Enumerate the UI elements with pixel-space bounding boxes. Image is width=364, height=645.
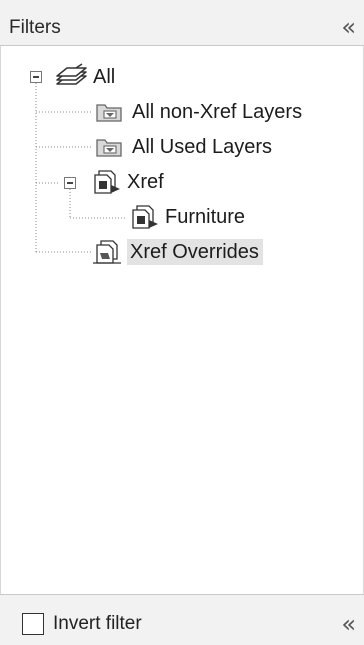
expand-all-toggle[interactable]: [30, 71, 42, 83]
tree-node-all-non-xref-layers[interactable]: All non-Xref Layers: [95, 97, 302, 127]
collapse-panel-icon[interactable]: «: [341, 612, 356, 636]
layers-stack-icon: [56, 63, 87, 85]
tree-node-label: All non-Xref Layers: [132, 101, 303, 123]
tree-node-all[interactable]: All: [53, 62, 115, 92]
panel-header: Filters «: [0, 0, 364, 46]
collapse-panel-icon[interactable]: «: [341, 15, 356, 39]
tree-node-all-used-layers[interactable]: All Used Layers: [95, 132, 272, 162]
tree-node-furniture[interactable]: Furniture: [127, 202, 245, 232]
invert-filter-label[interactable]: Invert filter: [53, 613, 142, 635]
expand-xref-toggle[interactable]: [64, 177, 76, 189]
tree-node-label: Xref Overrides: [127, 239, 263, 265]
xref-overrides-icon: [93, 240, 121, 264]
xref-icon: [132, 205, 158, 229]
panel-footer: Invert filter «: [0, 594, 364, 645]
invert-filter-checkbox[interactable]: [22, 613, 44, 635]
layer-filters-panel: Filters « All All non-Xref Layers All Us…: [0, 0, 364, 645]
tree-node-label: All: [93, 66, 116, 88]
filter-folder-icon: [96, 104, 122, 122]
tree-node-label: Xref: [127, 171, 164, 193]
panel-title: Filters: [9, 17, 61, 38]
tree-node-label: All Used Layers: [132, 136, 273, 158]
filter-tree: All All non-Xref Layers All Used Layers: [0, 46, 364, 594]
tree-node-xref-overrides[interactable]: Xref Overrides: [91, 237, 263, 267]
tree-node-label: Furniture: [165, 206, 246, 228]
tree-connector-lines: [35, 83, 127, 253]
filter-folder-icon: [96, 139, 122, 157]
xref-icon: [94, 170, 120, 194]
tree-node-xref[interactable]: Xref: [89, 167, 164, 197]
